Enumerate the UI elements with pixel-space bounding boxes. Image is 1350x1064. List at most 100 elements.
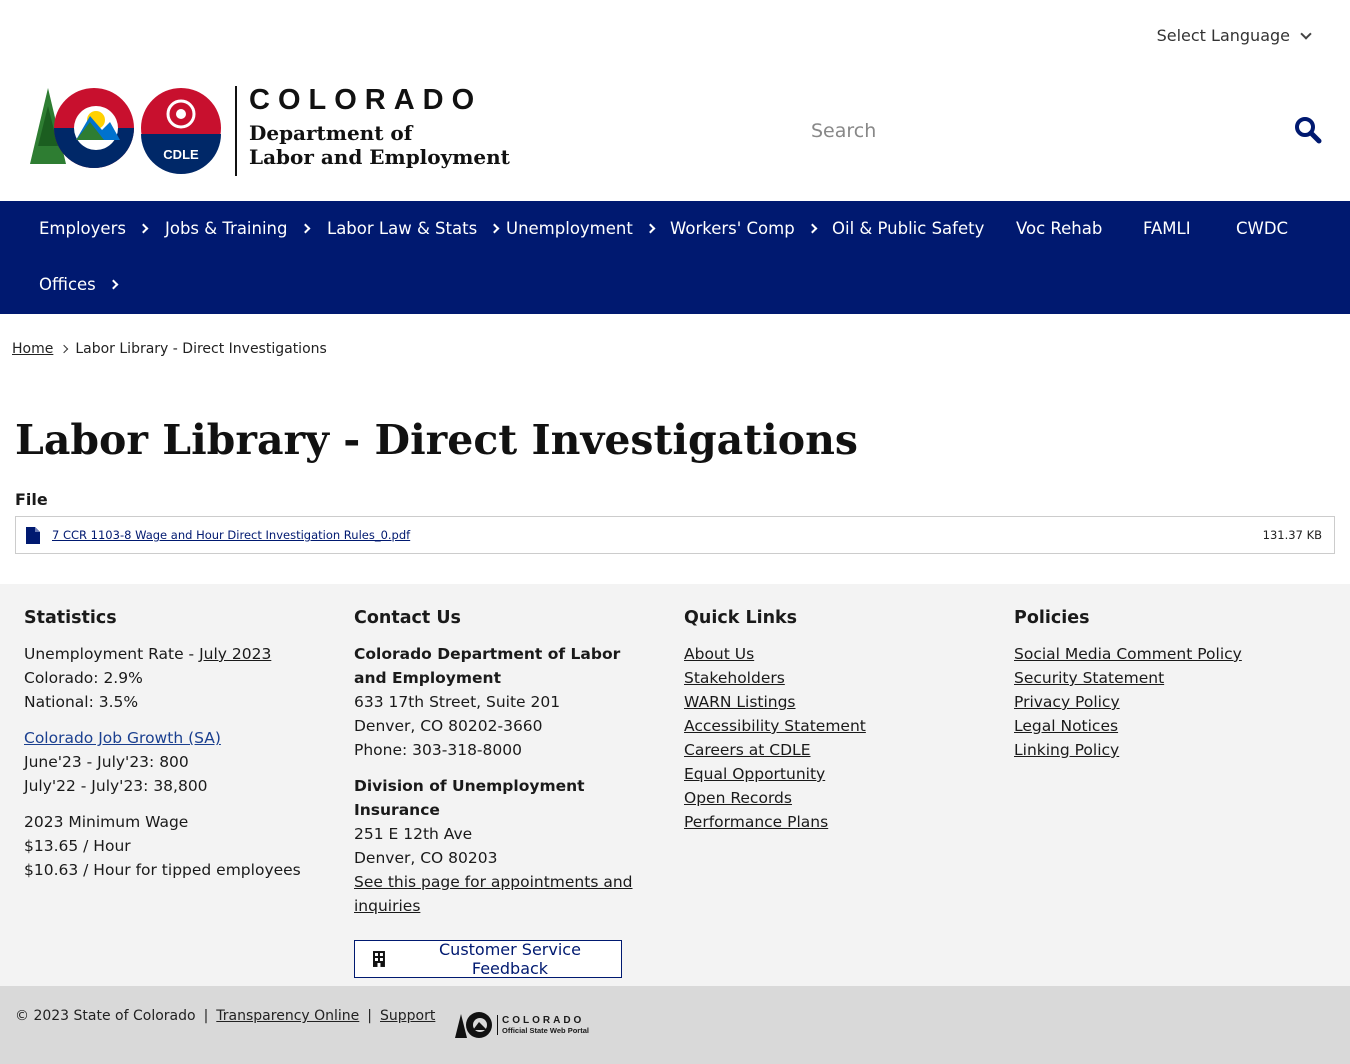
nav-item-label: FAMLI xyxy=(1143,219,1191,238)
nav-item-jobs-training[interactable]: Jobs & Training xyxy=(165,219,310,238)
cdle-logo[interactable]: CDLE COLORADO Department of Labor and Em… xyxy=(30,84,510,176)
footer-quick-links: Quick Links About Us Stakeholders WARN L… xyxy=(684,606,984,834)
bottom-bar: © 2023 State of Colorado | Transparency … xyxy=(0,986,1350,1064)
nav-item-voc-rehab[interactable]: Voc Rehab xyxy=(1016,219,1102,238)
quick-link-about-us[interactable]: About Us xyxy=(684,642,984,666)
site-header: CDLE COLORADO Department of Labor and Em… xyxy=(0,80,1350,190)
breadcrumb: Home Labor Library - Direct Investigatio… xyxy=(12,341,327,357)
nav-item-cwdc[interactable]: CWDC xyxy=(1236,219,1288,238)
separator: | xyxy=(203,1008,209,1024)
job-growth-monthly: June'23 - July'23: 800 xyxy=(24,753,189,771)
division-address-1: 251 E 12th Ave xyxy=(354,825,473,843)
contact-org: Colorado Department of Labor and Employm… xyxy=(354,645,621,687)
chevron-right-icon xyxy=(300,223,310,234)
nav-item-label: Voc Rehab xyxy=(1016,219,1103,238)
chevron-down-icon xyxy=(1300,27,1312,40)
quick-link-performance-plans[interactable]: Performance Plans xyxy=(684,810,984,834)
portal-state: COLORADO xyxy=(502,1015,585,1026)
unemployment-month-link[interactable]: July 2023 xyxy=(199,645,271,663)
min-wage-value: $13.65 / Hour xyxy=(24,837,131,855)
nav-item-label: Workers' Comp xyxy=(670,219,795,238)
footer-statistics: Statistics Unemployment Rate - July 2023… xyxy=(24,606,324,882)
quick-link-open-records[interactable]: Open Records xyxy=(684,786,984,810)
footer-contact: Contact Us Colorado Department of Labor … xyxy=(354,606,654,978)
job-growth-link[interactable]: Colorado Job Growth (SA) xyxy=(24,726,324,750)
policy-legal-notices[interactable]: Legal Notices xyxy=(1014,714,1334,738)
copyright-text: © 2023 State of Colorado xyxy=(15,1008,196,1024)
cdle-badge-text: CDLE xyxy=(163,147,199,162)
contact-heading: Contact Us xyxy=(354,608,461,628)
logo-state-name: COLORADO xyxy=(249,84,483,116)
division-address-2: Denver, CO 80203 xyxy=(354,849,498,867)
search-button[interactable] xyxy=(1293,116,1323,146)
quick-link-equal-opportunity[interactable]: Equal Opportunity xyxy=(684,762,984,786)
nav-item-label: Employers xyxy=(39,219,126,238)
support-link[interactable]: Support xyxy=(380,1008,435,1024)
transparency-link[interactable]: Transparency Online xyxy=(216,1008,359,1024)
logo-dept-line1: Department of xyxy=(249,121,413,145)
policy-privacy[interactable]: Privacy Policy xyxy=(1014,690,1334,714)
quick-link-stakeholders[interactable]: Stakeholders xyxy=(684,666,984,690)
file-label: File xyxy=(15,490,48,509)
policy-security[interactable]: Security Statement xyxy=(1014,666,1334,690)
contact-phone: Phone: 303-318-8000 xyxy=(354,741,522,759)
unemployment-rate-line: Unemployment Rate - July 2023 xyxy=(24,642,324,666)
quick-link-accessibility[interactable]: Accessibility Statement xyxy=(684,714,984,738)
quick-links-heading: Quick Links xyxy=(684,608,798,628)
contact-division: Division of Unemployment Insurance xyxy=(354,777,585,819)
nav-item-famli[interactable]: FAMLI xyxy=(1143,219,1191,238)
statistics-heading: Statistics xyxy=(24,608,117,628)
main-navigation: Employers Jobs & Training Labor Law & St… xyxy=(0,201,1350,314)
copyright-line: © 2023 State of Colorado | Transparency … xyxy=(15,1008,435,1024)
state-portal-logo[interactable]: COLORADO Official State Web Portal xyxy=(455,1010,589,1040)
search-bar xyxy=(811,116,1331,146)
min-wage-tipped: $10.63 / Hour for tipped employees xyxy=(24,861,301,879)
site-footer: Statistics Unemployment Rate - July 2023… xyxy=(0,584,1350,986)
nav-item-label: Offices xyxy=(39,275,96,294)
nav-item-labor-law-stats[interactable]: Labor Law & Stats xyxy=(327,219,500,238)
chevron-right-icon xyxy=(138,223,149,234)
colorado-c-logo-icon: CDLE xyxy=(30,88,221,174)
file-size: 131.37 KB xyxy=(1262,528,1322,542)
nav-item-oil-public-safety[interactable]: Oil & Public Safety xyxy=(832,219,984,238)
building-icon xyxy=(373,951,385,967)
language-label: Select Language xyxy=(1156,26,1290,45)
chevron-right-icon xyxy=(60,344,69,354)
search-input[interactable] xyxy=(811,120,1271,142)
logo-wordmark: COLORADO Department of Labor and Employm… xyxy=(235,84,515,176)
policy-linking[interactable]: Linking Policy xyxy=(1014,738,1334,762)
file-attachment: 7 CCR 1103-8 Wage and Hour Direct Invest… xyxy=(15,516,1335,554)
chevron-right-icon xyxy=(645,223,656,234)
nav-item-workers-comp[interactable]: Workers' Comp xyxy=(670,219,818,238)
breadcrumb-home-link[interactable]: Home xyxy=(12,341,53,357)
nav-item-label: CWDC xyxy=(1236,219,1289,238)
job-growth-yearly: July'22 - July'23: 38,800 xyxy=(24,777,208,795)
nav-item-label: Labor Law & Stats xyxy=(327,219,478,238)
colorado-c-mini-icon xyxy=(455,1012,492,1038)
policies-heading: Policies xyxy=(1014,608,1090,628)
nav-item-label: Unemployment xyxy=(506,219,633,238)
nav-item-employers[interactable]: Employers xyxy=(39,219,149,238)
quick-link-warn-listings[interactable]: WARN Listings xyxy=(684,690,984,714)
chevron-right-icon xyxy=(807,223,818,234)
national-rate: National: 3.5% xyxy=(24,693,139,711)
nav-item-unemployment[interactable]: Unemployment xyxy=(506,219,656,238)
portal-wordmark: COLORADO Official State Web Portal xyxy=(497,1015,589,1035)
file-icon xyxy=(26,526,40,544)
separator: | xyxy=(367,1008,373,1024)
file-download-link[interactable]: 7 CCR 1103-8 Wage and Hour Direct Invest… xyxy=(52,528,1263,542)
feedback-label: Customer Service Feedback xyxy=(439,940,581,978)
breadcrumb-current: Labor Library - Direct Investigations xyxy=(75,341,327,357)
language-selector[interactable]: Select Language xyxy=(1156,26,1312,45)
portal-subtitle: Official State Web Portal xyxy=(502,1026,589,1035)
search-icon xyxy=(1295,117,1322,144)
policy-social-media[interactable]: Social Media Comment Policy xyxy=(1014,642,1334,666)
customer-feedback-button[interactable]: Customer Service Feedback xyxy=(354,940,622,978)
contact-address-2: Denver, CO 80202-3660 xyxy=(354,717,543,735)
appointments-link[interactable]: See this page for appointments and inqui… xyxy=(354,870,634,918)
page-title: Labor Library - Direct Investigations xyxy=(15,416,858,464)
nav-item-offices[interactable]: Offices xyxy=(39,275,119,294)
logo-dept-line2: Labor and Employment xyxy=(249,145,510,169)
quick-link-careers[interactable]: Careers at CDLE xyxy=(684,738,984,762)
chevron-right-icon xyxy=(489,223,500,234)
